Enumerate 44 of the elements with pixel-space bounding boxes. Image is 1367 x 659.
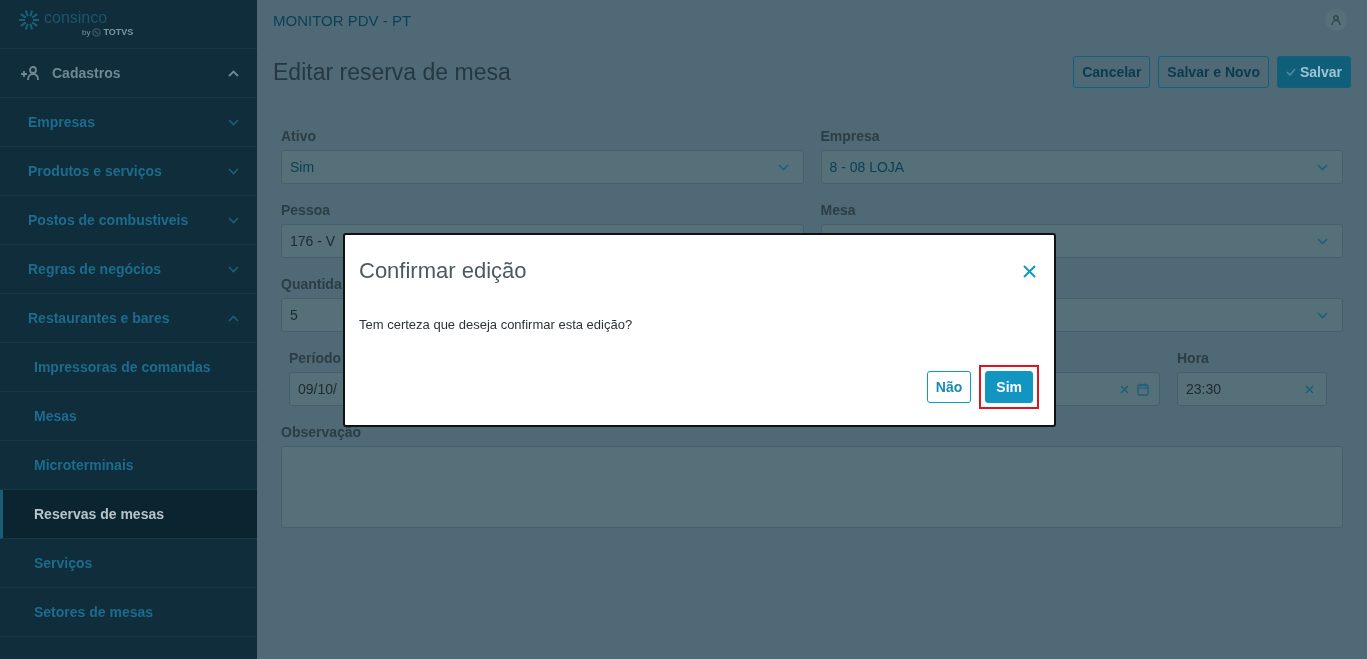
brand-text: TOTVS (103, 27, 134, 37)
close-icon (1022, 264, 1036, 278)
dialog-button[interactable]: Sim (985, 371, 1033, 403)
dialog-message: Tem certeza que deseja confirmar esta edição? (359, 317, 634, 332)
user-icon (1331, 15, 1341, 25)
sidebar-subitem[interactable]: Impressoras de comandas (0, 343, 257, 392)
clear-icon (1305, 384, 1314, 394)
action-button[interactable]: Salvar (1276, 56, 1351, 88)
calendar-icon (1137, 382, 1149, 396)
chevron-icon (228, 265, 239, 273)
starburst-logo-icon (18, 9, 40, 31)
logo-by-text: by (82, 27, 91, 37)
dialog-title: Confirmar edição (359, 258, 528, 284)
sidebar-item[interactable]: Postos de combustiveis (0, 196, 257, 245)
user-avatar[interactable] (1325, 9, 1347, 31)
chevron-icon (228, 69, 239, 77)
sidebar-item[interactable]: Restaurantes e bares (0, 294, 257, 343)
sidebar-item[interactable]: Regras de negócios (0, 245, 257, 294)
sidebar-subitem[interactable]: Reservas de mesas (0, 490, 257, 539)
clear-icon (1120, 384, 1129, 394)
select-field[interactable]: 8 - 08 LOJA (820, 150, 1343, 184)
sidebar-subitem[interactable]: Serviços (0, 539, 257, 588)
chevron-down-icon (1317, 163, 1328, 171)
time-field[interactable]: 23:30 (1177, 372, 1327, 406)
action-button[interactable]: Cancelar (1073, 56, 1151, 88)
check-icon (1285, 68, 1296, 76)
chevron-icon (228, 314, 239, 322)
chevron-down-icon (1317, 311, 1328, 319)
sidebar-section[interactable]: Cadastros (0, 49, 257, 98)
circle-logo-icon (92, 27, 102, 37)
sidebar-subitem[interactable]: Setores de mesas (0, 588, 257, 637)
chevron-icon (228, 167, 239, 175)
chevron-down-icon (777, 163, 789, 171)
sidebar-subitem[interactable]: Mesas (0, 392, 257, 441)
add-user-icon (20, 66, 40, 80)
dialog-button[interactable]: Não (926, 371, 972, 403)
select-field[interactable]: Sim (281, 150, 804, 184)
chevron-down-icon (1317, 237, 1328, 245)
chevron-icon (228, 216, 239, 224)
chevron-icon (228, 118, 239, 126)
action-button[interactable]: Salvar e Novo (1158, 56, 1269, 88)
sidebar-item[interactable]: Produtos e serviços (0, 147, 257, 196)
app-title: MONITOR PDV - PT (273, 11, 413, 29)
sidebar-item[interactable]: Empresas (0, 98, 257, 147)
